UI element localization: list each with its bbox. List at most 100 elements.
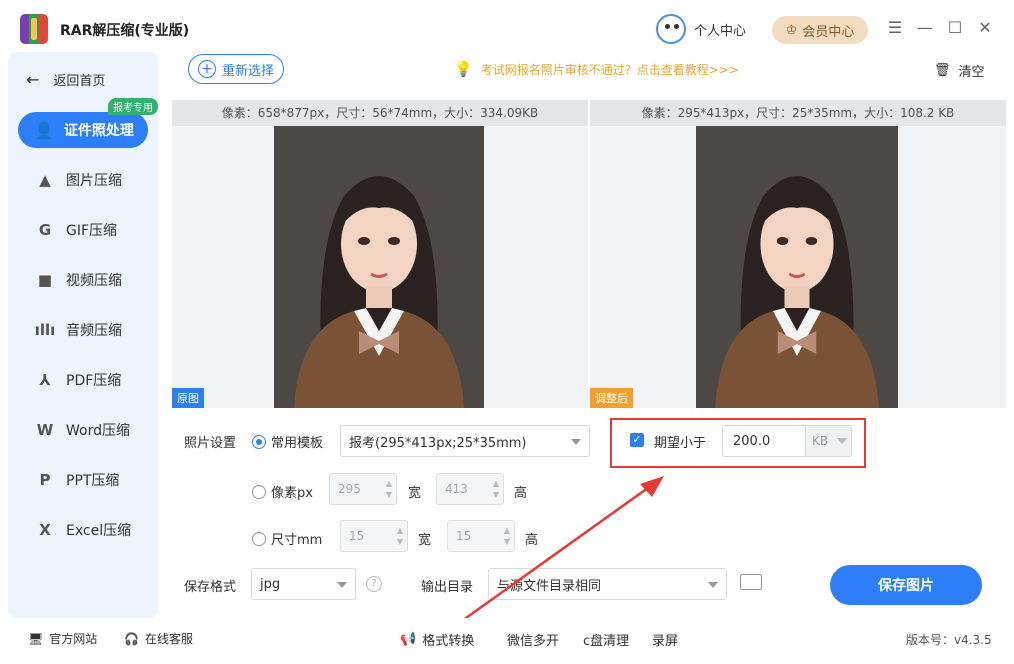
chevron-down-icon [337,582,347,588]
output-dir-select[interactable]: 与源文件目录相同 [488,568,727,600]
save-format-label: 保存格式 [184,580,237,595]
official-website-link[interactable]: 🖥 官方网站 [28,630,97,647]
close-icon[interactable]: ✕ [975,18,995,37]
screen-record-link[interactable]: 录屏 [652,630,678,649]
template-select[interactable]: 报考(295*413px;25*35mm) [340,425,590,457]
help-icon[interactable]: ? [366,576,382,592]
monitor-icon: 🖥 [28,631,44,646]
exam-badge: 报考专用 [108,98,158,115]
megaphone-icon: 📢 [400,632,417,647]
sidebar-item-audio[interactable]: ıllı 音频压缩 [34,320,122,340]
size-height-input[interactable]: 15 ▲ ▼ [447,520,515,552]
top-toolbar: + 重新选择 💡 考试网报名照片审核不通过？点击查看教程>>> 🗑 清空 [172,52,1006,96]
radio-unchecked-icon [252,484,266,499]
vip-center-button[interactable]: ♔ 会员中心 [772,16,868,44]
pixel-width-input[interactable]: 295 ▲ ▼ [329,473,397,505]
sidebar-item-label: GIF压缩 [66,223,118,239]
vip-center-label: 会员中心 [802,24,855,40]
video-icon: ■ [37,271,53,289]
sidebar-item-label: PDF压缩 [66,373,122,389]
adjusted-preview: 像素：295*413px，尺寸：25*35mm，大小：108.2 KB 调整后 [590,100,1006,408]
sidebar-item-video[interactable]: ■ 视频压缩 [34,270,122,290]
app-window: RAR解压缩(专业版) 个人中心 ♔ 会员中心 ☰ — ☐ ✕ ← 返回首页 👤… [0,0,1014,664]
template-radio[interactable]: 常用模板 [252,432,323,451]
target-size-value: 200.0 [733,433,771,449]
format-convert-label: 格式转换 [422,634,475,649]
crown-icon: ♔ [785,22,798,38]
sidebar-item-label: Excel压缩 [66,523,132,539]
gif-icon: G [38,221,52,239]
sidebar-item-label: PPT压缩 [66,473,120,489]
sidebar-item-label: 音频压缩 [66,323,122,339]
sidebar-item-label: 图片压缩 [66,173,122,189]
sidebar-item-word[interactable]: W Word压缩 [34,420,130,440]
sidebar-item-excel[interactable]: X Excel压缩 [34,520,131,540]
sidebar-item-gif[interactable]: G GIF压缩 [34,220,117,240]
back-home-label: 返回首页 [53,74,106,89]
app-logo-icon [20,14,48,44]
stepper-icon[interactable]: ▲ ▼ [397,525,403,547]
arrow-left-icon: ← [26,70,40,89]
pixel-radio-label: 像素px [271,486,313,501]
unit-label: KB [812,434,829,448]
sidebar-item-image[interactable]: ▲ 图片压缩 [34,170,122,190]
personal-center-label: 个人中心 [694,23,747,39]
minimize-icon[interactable]: — [915,18,935,37]
stepper-icon[interactable]: ▲ ▼ [504,525,510,547]
sidebar-item-label: Word压缩 [66,423,130,439]
pixel-height-label: 高 [514,486,528,501]
headset-icon: 🎧 [124,631,139,646]
wechat-multi-link[interactable]: 微信多开 [507,630,559,649]
pixel-height-input[interactable]: 413 ▲ ▼ [436,473,504,505]
clear-button[interactable]: 🗑 清空 [934,61,985,80]
personal-center-button[interactable]: 个人中心 [656,14,746,44]
back-home-button[interactable]: ← 返回首页 [26,70,105,89]
sidebar-item-id-photo[interactable]: 👤 证件照处理 [18,112,148,148]
version-label: 版本号：v4.3.5 [906,633,992,647]
official-website-label: 官方网站 [49,632,98,646]
sidebar-item-ppt[interactable]: P PPT压缩 [34,470,120,490]
save-format-select[interactable]: jpg [251,568,356,600]
original-tag: 原图 [172,388,204,408]
settings-panel: 照片设置 常用模板 报考(295*413px;25*35mm) ✓ 期望小于 2… [172,408,1006,618]
size-radio[interactable]: 尺寸mm [252,529,322,548]
avatar [656,14,686,44]
target-size-input[interactable]: 200.0 KB [722,425,852,457]
plus-icon: + [197,60,216,78]
app-title: RAR解压缩(专业版) [60,23,190,39]
chevron-down-icon [837,438,847,444]
online-support-link[interactable]: 🎧 在线客服 [124,630,193,647]
stepper-icon[interactable]: ▲ ▼ [493,478,499,500]
pixel-radio[interactable]: 像素px [252,482,313,501]
unit-select[interactable]: KB [805,426,851,456]
reselect-button[interactable]: + 重新选择 [188,54,284,84]
format-convert-link[interactable]: 📢 格式转换 [400,630,474,649]
c-drive-clean-link[interactable]: c盘清理 [583,630,629,649]
folder-icon[interactable] [740,574,762,590]
output-dir-value: 与源文件目录相同 [497,578,602,594]
image-icon: ▲ [39,171,51,189]
maximize-icon[interactable]: ☐ [945,18,965,37]
original-info: 像素：658*877px，尺寸：56*74mm，大小：334.09KB [172,100,588,126]
size-width-input[interactable]: 15 ▲ ▼ [340,520,408,552]
title-bar: RAR解压缩(专业版) 个人中心 ♔ 会员中心 ☰ — ☐ ✕ [0,0,1014,56]
template-select-value: 报考(295*413px;25*35mm) [349,435,527,451]
pdf-icon: ⅄ [39,371,51,389]
template-radio-label: 常用模板 [271,436,324,451]
original-preview: 像素：658*877px，尺寸：56*74mm，大小：334.09KB 原图 [172,100,588,408]
expect-size-checkbox[interactable]: ✓ [630,433,644,447]
audio-icon: ıllı [34,321,56,339]
ppt-icon: P [39,471,51,489]
reselect-label: 重新选择 [221,63,274,79]
adjusted-tag: 调整后 [590,388,633,408]
sidebar-item-pdf[interactable]: ⅄ PDF压缩 [34,370,121,390]
output-dir-label: 输出目录 [421,580,474,595]
trash-icon: 🗑 [934,63,951,78]
stepper-icon[interactable]: ▲ ▼ [386,478,392,500]
online-support-label: 在线客服 [144,632,193,646]
save-image-button[interactable]: 保存图片 [830,565,982,605]
size-height-label: 高 [525,533,539,548]
id-photo-icon: 👤 [34,120,54,140]
tutorial-link[interactable]: 💡 考试网报名照片审核不通过？点击查看教程>>> [454,60,739,78]
menu-icon[interactable]: ☰ [885,18,905,37]
